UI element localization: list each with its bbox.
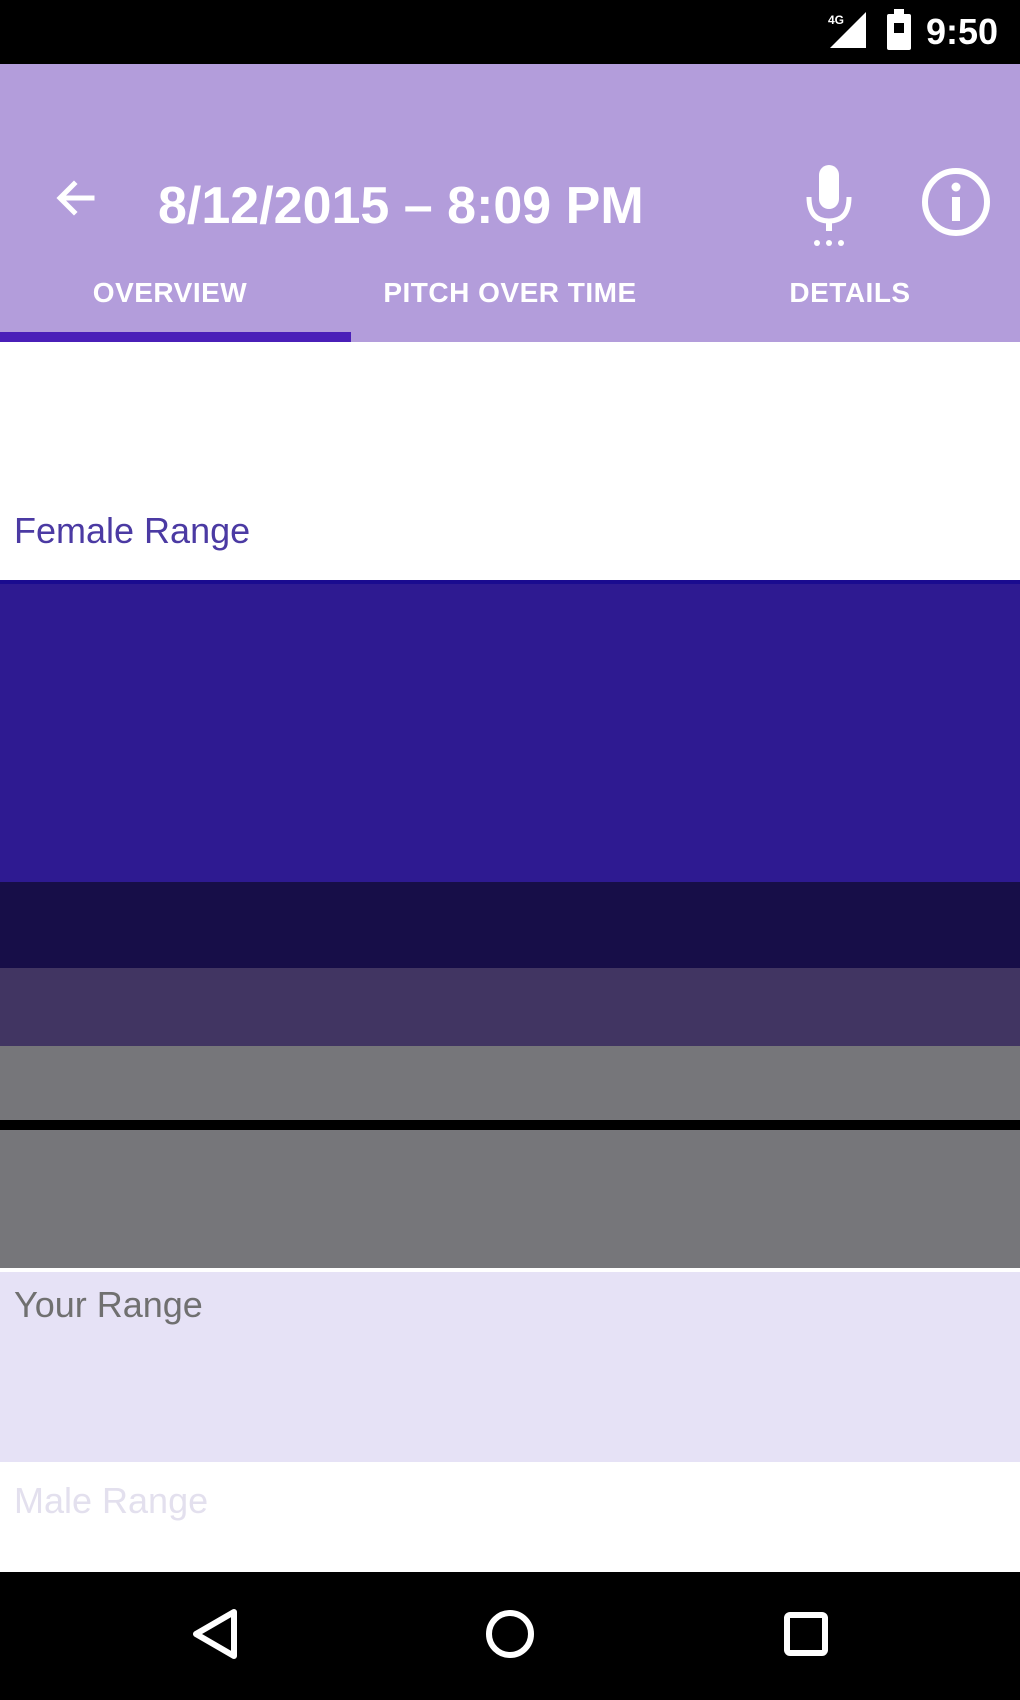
your-range-label: Your Range	[14, 1284, 203, 1325]
info-button[interactable]	[916, 164, 996, 244]
navigation-bar	[0, 1572, 1020, 1700]
female-range-label: Female Range	[14, 510, 251, 551]
nav-recents-icon	[776, 1604, 836, 1669]
info-icon	[920, 166, 992, 243]
battery-icon	[886, 8, 912, 56]
nav-recents-button[interactable]	[770, 1600, 842, 1672]
overlap-band-mid	[0, 968, 1020, 1046]
back-button[interactable]	[44, 168, 108, 232]
tab-indicator	[0, 332, 351, 342]
signal-icon: 4G	[826, 10, 872, 55]
signal-badge: 4G	[828, 13, 844, 27]
tab-pitch-over-time[interactable]: PITCH OVER TIME	[340, 244, 680, 342]
tab-bar: OVERVIEW PITCH OVER TIME DETAILS	[0, 244, 1020, 342]
nav-home-button[interactable]	[474, 1600, 546, 1672]
male-range-label: Male Range	[14, 1480, 209, 1521]
page-title: 8/12/2015 – 8:09 PM	[158, 177, 644, 235]
female-range-band	[0, 580, 1020, 882]
record-button[interactable]	[794, 160, 864, 256]
microphone-icon	[799, 161, 859, 256]
nav-back-icon	[184, 1604, 244, 1669]
nav-back-button[interactable]	[178, 1600, 250, 1672]
tab-overview[interactable]: OVERVIEW	[0, 244, 340, 342]
overlap-band-dark	[0, 882, 1020, 968]
status-icons: 4G 9:50	[826, 8, 998, 56]
overlap-band-grey	[0, 1046, 1020, 1120]
tab-details[interactable]: DETAILS	[680, 244, 1020, 342]
nav-home-icon	[480, 1604, 540, 1669]
your-range-band	[0, 1130, 1020, 1268]
status-time: 9:50	[925, 11, 998, 52]
status-bar: 4G 9:50	[0, 0, 1020, 64]
back-arrow-icon	[52, 174, 100, 227]
overview-content: Female Range Your Range Male Range	[0, 342, 1020, 1572]
your-range-marker	[0, 1120, 1020, 1130]
